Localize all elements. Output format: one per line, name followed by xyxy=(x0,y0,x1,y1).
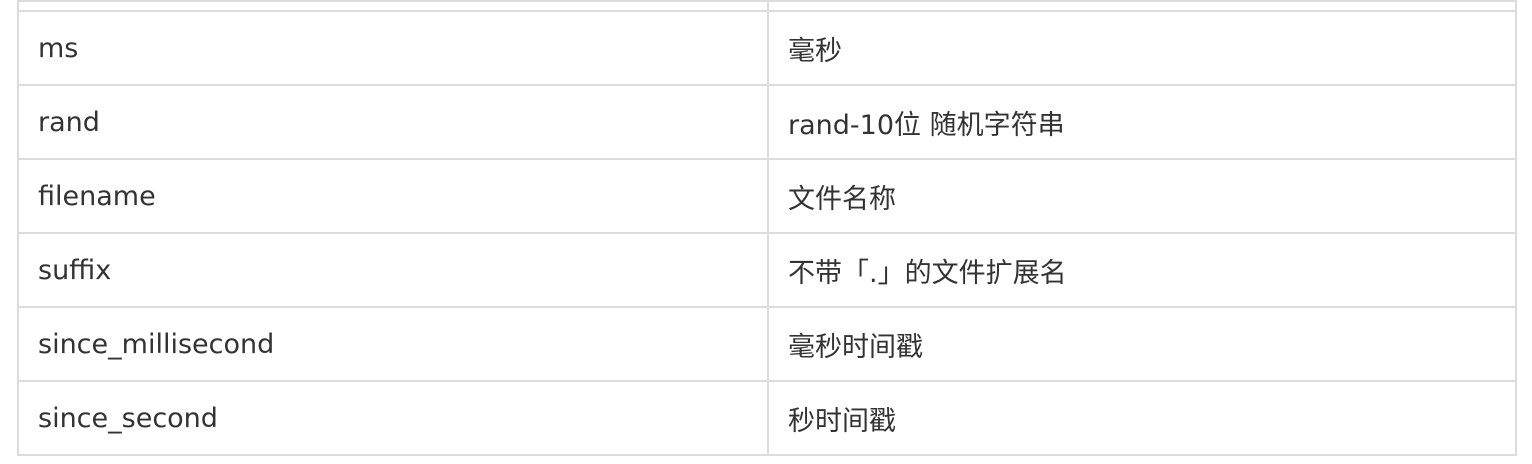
param-desc-cell: 文件名称 xyxy=(767,158,1517,234)
param-desc-cell: 不带「.」的文件扩展名 xyxy=(767,232,1517,308)
param-key-cell: rand xyxy=(17,84,769,160)
table-row: suffix 不带「.」的文件扩展名 xyxy=(17,232,1517,308)
param-key-cell: ms xyxy=(17,10,769,86)
param-desc-cell: 秒时间戳 xyxy=(767,380,1517,456)
table-row: filename 文件名称 xyxy=(17,158,1517,234)
parameter-table-container: ms 毫秒 rand rand-10位 随机字符串 filename 文件名称 … xyxy=(17,0,1517,456)
param-key-cell: filename xyxy=(17,158,769,234)
param-key-cell: since_millisecond xyxy=(17,306,769,382)
table-cell-partial xyxy=(17,0,769,12)
table-row: since_millisecond 毫秒时间戳 xyxy=(17,306,1517,382)
param-key-cell: since_second xyxy=(17,380,769,456)
table-cell-partial xyxy=(767,0,1517,12)
param-desc-cell: rand-10位 随机字符串 xyxy=(767,84,1517,160)
table-row: since_second 秒时间戳 xyxy=(17,380,1517,456)
table-row-partial xyxy=(17,0,1517,12)
param-desc-cell: 毫秒时间戳 xyxy=(767,306,1517,382)
table-row: ms 毫秒 xyxy=(17,10,1517,86)
table-row: rand rand-10位 随机字符串 xyxy=(17,84,1517,160)
parameter-table: ms 毫秒 rand rand-10位 随机字符串 filename 文件名称 … xyxy=(17,0,1517,456)
param-desc-cell: 毫秒 xyxy=(767,10,1517,86)
param-key-cell: suffix xyxy=(17,232,769,308)
